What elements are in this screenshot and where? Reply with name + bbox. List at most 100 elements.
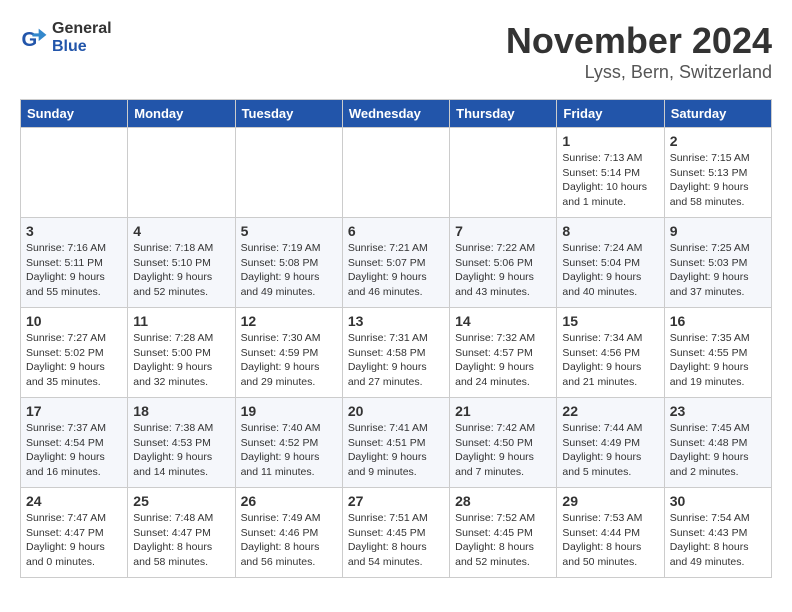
- calendar-table: SundayMondayTuesdayWednesdayThursdayFrid…: [20, 99, 772, 578]
- day-info: Sunrise: 7:31 AMSunset: 4:58 PMDaylight:…: [348, 331, 444, 390]
- calendar-day-cell: 24 Sunrise: 7:47 AMSunset: 4:47 PMDayligh…: [21, 488, 128, 578]
- day-number: 30: [670, 493, 766, 509]
- day-info: Sunrise: 7:41 AMSunset: 4:51 PMDaylight:…: [348, 421, 444, 480]
- day-info: Sunrise: 7:27 AMSunset: 5:02 PMDaylight:…: [26, 331, 122, 390]
- day-number: 25: [133, 493, 229, 509]
- location-title: Lyss, Bern, Switzerland: [506, 62, 772, 83]
- calendar-day-cell: 30 Sunrise: 7:54 AMSunset: 4:43 PMDayligh…: [664, 488, 771, 578]
- calendar-day-cell: 4 Sunrise: 7:18 AMSunset: 5:10 PMDaylight…: [128, 218, 235, 308]
- calendar-day-cell: 23Sunrise: 7:45 AMSunset: 4:48 PMDayligh…: [664, 398, 771, 488]
- calendar-day-cell: [128, 128, 235, 218]
- calendar-day-cell: 27 Sunrise: 7:51 AMSunset: 4:45 PMDayligh…: [342, 488, 449, 578]
- day-info: Sunrise: 7:49 AMSunset: 4:46 PMDaylight:…: [241, 511, 337, 570]
- day-info: Sunrise: 7:32 AMSunset: 4:57 PMDaylight:…: [455, 331, 551, 390]
- day-number: 14: [455, 313, 551, 329]
- calendar-day-cell: 13 Sunrise: 7:31 AMSunset: 4:58 PMDayligh…: [342, 308, 449, 398]
- day-number: 22: [562, 403, 658, 419]
- calendar-day-cell: 15 Sunrise: 7:34 AMSunset: 4:56 PMDayligh…: [557, 308, 664, 398]
- day-info: Sunrise: 7:35 AMSunset: 4:55 PMDaylight:…: [670, 331, 766, 390]
- day-info: Sunrise: 7:34 AMSunset: 4:56 PMDaylight:…: [562, 331, 658, 390]
- header-row: SundayMondayTuesdayWednesdayThursdayFrid…: [21, 100, 772, 128]
- calendar-week-row: 3 Sunrise: 7:16 AMSunset: 5:11 PMDaylight…: [21, 218, 772, 308]
- logo: G General Blue: [20, 20, 112, 56]
- calendar-day-cell: 5 Sunrise: 7:19 AMSunset: 5:08 PMDaylight…: [235, 218, 342, 308]
- calendar-day-cell: [342, 128, 449, 218]
- day-number: 2: [670, 133, 766, 149]
- day-number: 5: [241, 223, 337, 239]
- day-number: 12: [241, 313, 337, 329]
- calendar-day-cell: [21, 128, 128, 218]
- calendar-day-cell: 12 Sunrise: 7:30 AMSunset: 4:59 PMDayligh…: [235, 308, 342, 398]
- weekday-header: Thursday: [450, 100, 557, 128]
- calendar-body: 1Sunrise: 7:13 AMSunset: 5:14 PMDaylight…: [21, 128, 772, 578]
- calendar-week-row: 24 Sunrise: 7:47 AMSunset: 4:47 PMDayligh…: [21, 488, 772, 578]
- calendar-day-cell: 26 Sunrise: 7:49 AMSunset: 4:46 PMDayligh…: [235, 488, 342, 578]
- day-info: Sunrise: 7:21 AMSunset: 5:07 PMDaylight:…: [348, 241, 444, 300]
- day-info: Sunrise: 7:16 AMSunset: 5:11 PMDaylight:…: [26, 241, 122, 300]
- day-number: 10: [26, 313, 122, 329]
- day-number: 6: [348, 223, 444, 239]
- day-number: 17: [26, 403, 122, 419]
- calendar-day-cell: 25 Sunrise: 7:48 AMSunset: 4:47 PMDayligh…: [128, 488, 235, 578]
- calendar-day-cell: 2Sunrise: 7:15 AMSunset: 5:13 PMDaylight…: [664, 128, 771, 218]
- weekday-header: Friday: [557, 100, 664, 128]
- day-info: Sunrise: 7:13 AMSunset: 5:14 PMDaylight:…: [562, 151, 658, 210]
- calendar-day-cell: 17 Sunrise: 7:37 AMSunset: 4:54 PMDayligh…: [21, 398, 128, 488]
- day-info: Sunrise: 7:28 AMSunset: 5:00 PMDaylight:…: [133, 331, 229, 390]
- calendar-day-cell: 16 Sunrise: 7:35 AMSunset: 4:55 PMDayligh…: [664, 308, 771, 398]
- day-info: Sunrise: 7:22 AMSunset: 5:06 PMDaylight:…: [455, 241, 551, 300]
- calendar-day-cell: 7Sunrise: 7:22 AMSunset: 5:06 PMDaylight…: [450, 218, 557, 308]
- day-number: 29: [562, 493, 658, 509]
- calendar-day-cell: 18 Sunrise: 7:38 AMSunset: 4:53 PMDayligh…: [128, 398, 235, 488]
- day-number: 11: [133, 313, 229, 329]
- day-number: 16: [670, 313, 766, 329]
- day-info: Sunrise: 7:18 AMSunset: 5:10 PMDaylight:…: [133, 241, 229, 300]
- day-number: 13: [348, 313, 444, 329]
- logo-icon: G: [20, 24, 48, 52]
- calendar-week-row: 10 Sunrise: 7:27 AMSunset: 5:02 PMDayligh…: [21, 308, 772, 398]
- day-info: Sunrise: 7:24 AMSunset: 5:04 PMDaylight:…: [562, 241, 658, 300]
- day-info: Sunrise: 7:40 AMSunset: 4:52 PMDaylight:…: [241, 421, 337, 480]
- day-info: Sunrise: 7:19 AMSunset: 5:08 PMDaylight:…: [241, 241, 337, 300]
- day-number: 3: [26, 223, 122, 239]
- day-number: 27: [348, 493, 444, 509]
- logo-text: General Blue: [52, 20, 112, 56]
- day-number: 26: [241, 493, 337, 509]
- day-number: 19: [241, 403, 337, 419]
- calendar-day-cell: 20 Sunrise: 7:41 AMSunset: 4:51 PMDayligh…: [342, 398, 449, 488]
- day-number: 23: [670, 403, 766, 419]
- month-title: November 2024: [506, 20, 772, 62]
- day-info: Sunrise: 7:37 AMSunset: 4:54 PMDaylight:…: [26, 421, 122, 480]
- calendar-day-cell: [235, 128, 342, 218]
- weekday-header: Saturday: [664, 100, 771, 128]
- day-info: Sunrise: 7:48 AMSunset: 4:47 PMDaylight:…: [133, 511, 229, 570]
- day-info: Sunrise: 7:30 AMSunset: 4:59 PMDaylight:…: [241, 331, 337, 390]
- day-number: 21: [455, 403, 551, 419]
- weekday-header: Wednesday: [342, 100, 449, 128]
- calendar-week-row: 1Sunrise: 7:13 AMSunset: 5:14 PMDaylight…: [21, 128, 772, 218]
- day-info: Sunrise: 7:44 AMSunset: 4:49 PMDaylight:…: [562, 421, 658, 480]
- svg-text:G: G: [22, 29, 38, 51]
- weekday-header: Monday: [128, 100, 235, 128]
- day-number: 24: [26, 493, 122, 509]
- day-number: 20: [348, 403, 444, 419]
- calendar-day-cell: 6 Sunrise: 7:21 AMSunset: 5:07 PMDaylight…: [342, 218, 449, 308]
- calendar-day-cell: 19 Sunrise: 7:40 AMSunset: 4:52 PMDayligh…: [235, 398, 342, 488]
- calendar-day-cell: 29 Sunrise: 7:53 AMSunset: 4:44 PMDayligh…: [557, 488, 664, 578]
- day-info: Sunrise: 7:54 AMSunset: 4:43 PMDaylight:…: [670, 511, 766, 570]
- day-info: Sunrise: 7:42 AMSunset: 4:50 PMDaylight:…: [455, 421, 551, 480]
- day-number: 18: [133, 403, 229, 419]
- calendar-day-cell: 1Sunrise: 7:13 AMSunset: 5:14 PMDaylight…: [557, 128, 664, 218]
- calendar-day-cell: 10 Sunrise: 7:27 AMSunset: 5:02 PMDayligh…: [21, 308, 128, 398]
- day-number: 9: [670, 223, 766, 239]
- calendar-day-cell: 28Sunrise: 7:52 AMSunset: 4:45 PMDayligh…: [450, 488, 557, 578]
- day-info: Sunrise: 7:51 AMSunset: 4:45 PMDaylight:…: [348, 511, 444, 570]
- day-info: Sunrise: 7:47 AMSunset: 4:47 PMDaylight:…: [26, 511, 122, 570]
- day-info: Sunrise: 7:53 AMSunset: 4:44 PMDaylight:…: [562, 511, 658, 570]
- day-number: 4: [133, 223, 229, 239]
- day-info: Sunrise: 7:38 AMSunset: 4:53 PMDaylight:…: [133, 421, 229, 480]
- calendar-day-cell: [450, 128, 557, 218]
- day-number: 15: [562, 313, 658, 329]
- calendar-day-cell: 9Sunrise: 7:25 AMSunset: 5:03 PMDaylight…: [664, 218, 771, 308]
- day-number: 8: [562, 223, 658, 239]
